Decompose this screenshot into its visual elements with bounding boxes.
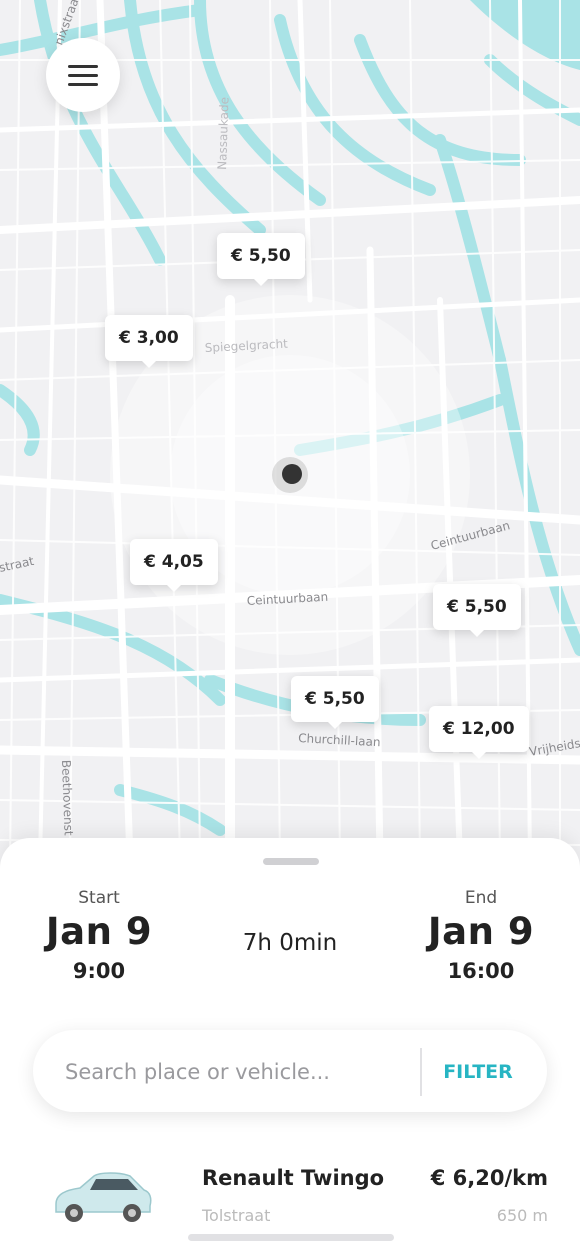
price-marker[interactable]: € 5,50 [291, 676, 379, 729]
car-image [55, 1172, 152, 1222]
end-datetime[interactable]: End Jan 9 16:00 [406, 888, 556, 983]
start-time: 9:00 [72, 959, 126, 983]
end-label: End [464, 888, 498, 908]
hamburger-icon [68, 73, 98, 77]
price-marker[interactable]: € 5,50 [217, 233, 305, 286]
start-date: Jan 9 [45, 910, 153, 953]
price-marker[interactable]: € 12,00 [429, 706, 529, 759]
search-input[interactable] [63, 1046, 427, 1098]
bottom-sheet: Start Jan 9 9:00 7h 0min End Jan 9 16:00… [0, 838, 580, 1256]
vehicle-name: Renault Twingo [202, 1166, 385, 1190]
home-indicator [188, 1234, 394, 1241]
menu-button[interactable] [46, 38, 120, 112]
price-marker[interactable]: € 5,50 [433, 584, 521, 637]
label-nassaukade: Nassaukade [215, 97, 232, 170]
price-marker[interactable]: € 4,05 [130, 539, 218, 592]
price-marker[interactable]: € 3,00 [105, 315, 193, 368]
duration: 7h 0min [242, 930, 338, 956]
vehicle-rate: € 6,20/km [430, 1166, 548, 1190]
start-datetime[interactable]: Start Jan 9 9:00 [24, 888, 174, 983]
filter-button[interactable]: FILTER [433, 1056, 523, 1088]
start-label: Start [78, 888, 120, 908]
sheet-handle[interactable] [263, 858, 319, 865]
vehicle-location: Tolstraat [202, 1206, 271, 1225]
location-dot [282, 464, 302, 484]
end-time: 16:00 [447, 959, 515, 983]
vehicle-list-item[interactable]: Renault Twingo € 6,20/km Tolstraat 650 m [0, 1158, 580, 1256]
search-divider [420, 1048, 422, 1096]
end-date: Jan 9 [427, 910, 535, 953]
label-beethovenst: Beethovenst [59, 760, 76, 836]
search-bar: FILTER [33, 1030, 547, 1112]
vehicle-distance: 650 m [496, 1206, 548, 1225]
